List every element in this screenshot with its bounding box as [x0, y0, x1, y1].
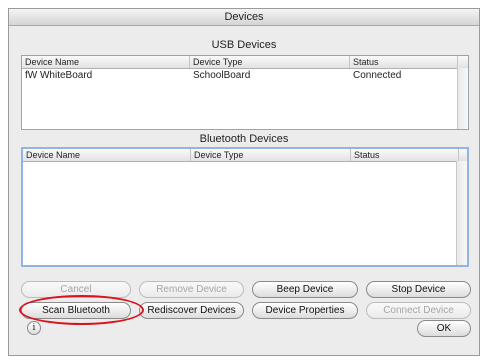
remove-device-button[interactable]: Remove Device [139, 281, 244, 298]
ok-button[interactable]: OK [417, 320, 471, 337]
usb-col-status[interactable]: Status [350, 56, 458, 68]
beep-device-button[interactable]: Beep Device [252, 281, 358, 298]
bluetooth-table-scrollbar[interactable] [456, 161, 467, 265]
stop-device-button[interactable]: Stop Device [366, 281, 471, 298]
scan-bluetooth-highlight-ring [19, 295, 144, 325]
devices-window: Devices USB Devices Device Name Device T… [8, 8, 480, 356]
usb-device-type: SchoolBoard [193, 70, 251, 81]
bt-col-status[interactable]: Status [351, 149, 459, 161]
table-row[interactable]: fW WhiteBoard SchoolBoard Connected [22, 69, 468, 83]
bt-col-device-type[interactable]: Device Type [191, 149, 351, 161]
bluetooth-devices-table[interactable]: Device Name Device Type Status [21, 147, 469, 267]
usb-table-header: Device Name Device Type Status [22, 56, 468, 69]
rediscover-devices-button[interactable]: Rediscover Devices [139, 302, 244, 319]
help-icon[interactable]: i [27, 321, 41, 335]
usb-device-status: Connected [353, 70, 402, 81]
usb-devices-title: USB Devices [211, 39, 277, 51]
bt-col-device-name[interactable]: Device Name [23, 149, 191, 161]
bluetooth-table-header: Device Name Device Type Status [23, 149, 467, 162]
device-properties-button[interactable]: Device Properties [252, 302, 358, 319]
window-title: Devices [9, 9, 479, 26]
bluetooth-devices-title: Bluetooth Devices [199, 133, 289, 145]
usb-col-device-type[interactable]: Device Type [190, 56, 350, 68]
usb-device-name: fW WhiteBoard [25, 70, 93, 81]
usb-devices-table[interactable]: Device Name Device Type Status fW WhiteB… [21, 55, 469, 130]
usb-table-scrollbar[interactable] [457, 68, 468, 129]
usb-col-device-name[interactable]: Device Name [22, 56, 190, 68]
connect-device-button[interactable]: Connect Device [366, 302, 471, 319]
